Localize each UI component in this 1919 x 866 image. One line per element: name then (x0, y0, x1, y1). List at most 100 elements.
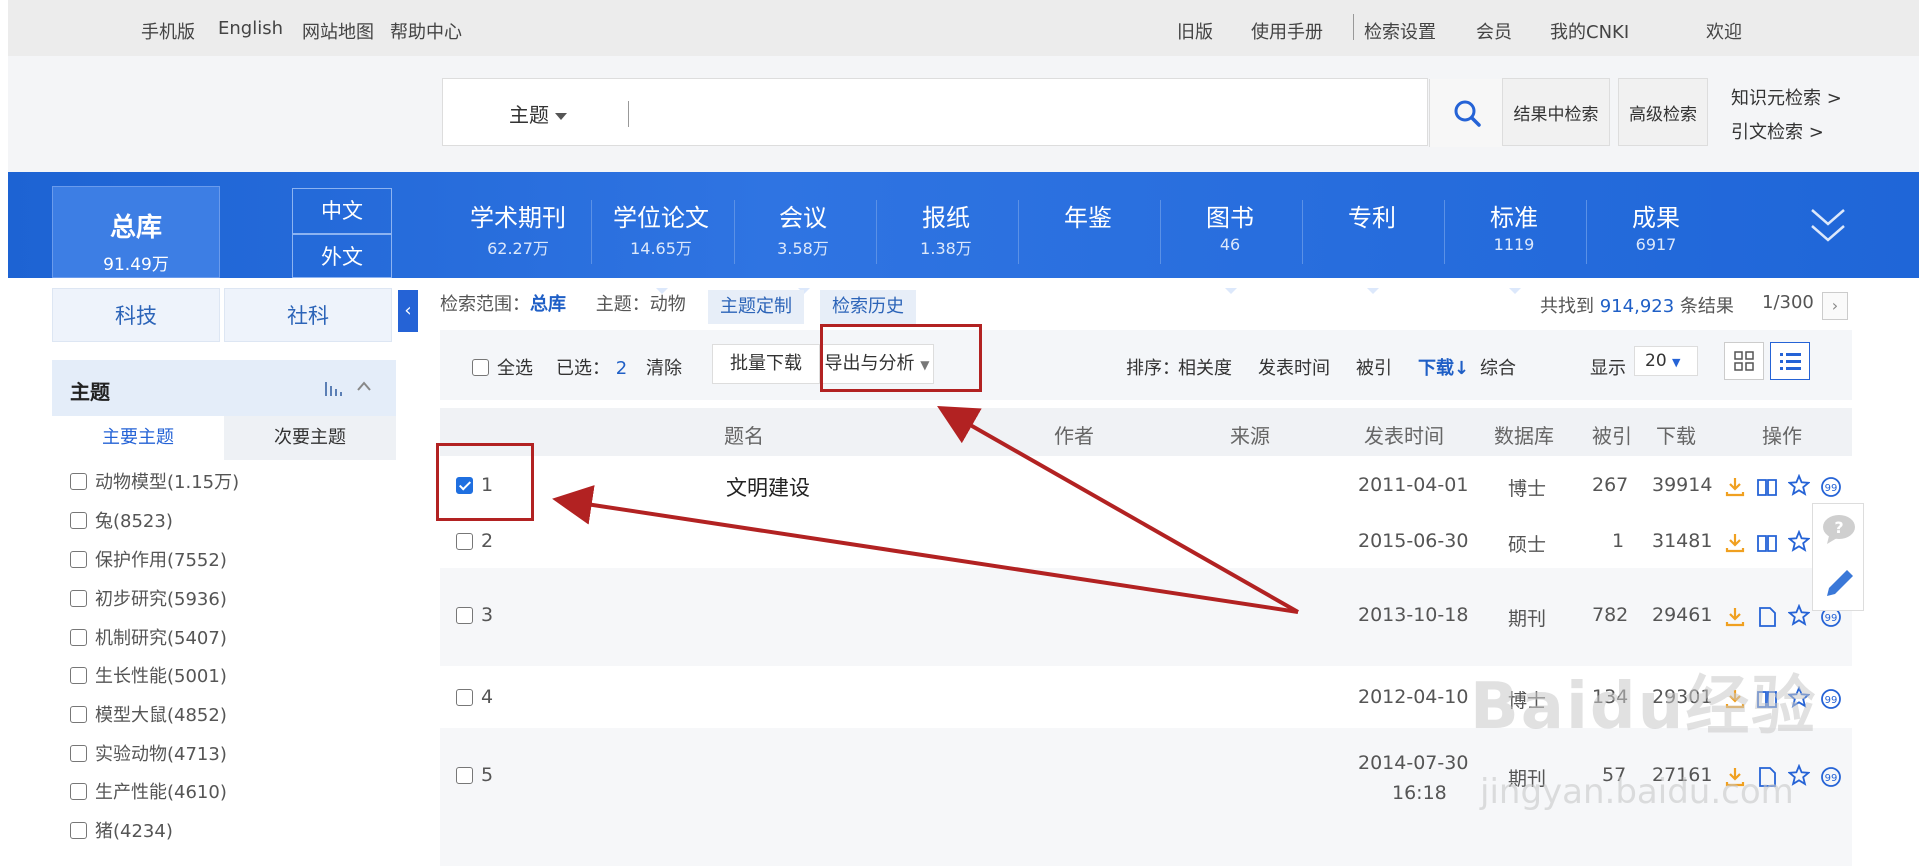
nav-mobile[interactable]: 手机版 (141, 18, 195, 44)
tab-chinese[interactable]: 中文 (292, 188, 392, 234)
html-read-icon[interactable] (1756, 606, 1778, 628)
citation-search-link[interactable]: 引文检索 > (1731, 118, 1824, 144)
tab-patents[interactable]: 专利 (1301, 198, 1443, 294)
cite-icon[interactable]: 99 (1820, 476, 1842, 498)
col-date[interactable]: 发表时间 (1364, 420, 1444, 449)
knowledge-search-link[interactable]: 知识元检索 > (1731, 84, 1842, 110)
row-checkbox[interactable] (456, 688, 473, 706)
row-cited[interactable]: 782 (1592, 604, 1628, 626)
row-cited[interactable]: 1 (1612, 530, 1624, 552)
chart-icon[interactable] (324, 378, 344, 396)
facet-item[interactable]: 兔(8523) (70, 507, 173, 533)
chevron-up-icon[interactable] (356, 380, 372, 392)
row-cited[interactable]: 267 (1592, 474, 1628, 496)
clear-button[interactable]: 清除 (646, 354, 682, 380)
facet-item[interactable]: 模型大鼠(4852) (70, 701, 227, 727)
checkbox[interactable] (70, 589, 87, 607)
download-icon[interactable] (1724, 476, 1746, 498)
checkbox[interactable] (70, 782, 87, 800)
next-page-button[interactable]: › (1822, 292, 1848, 320)
nav-my-cnki[interactable]: 我的CNKI (1550, 18, 1629, 44)
search-history-button[interactable]: 检索历史 (820, 290, 916, 324)
row-select[interactable]: 3 (456, 604, 493, 626)
checkbox[interactable] (70, 550, 87, 568)
tab-foreign[interactable]: 外文 (292, 234, 392, 278)
checkbox[interactable] (70, 628, 87, 646)
facet-item[interactable]: 生产性能(4610) (70, 778, 227, 804)
list-view-button[interactable] (1770, 342, 1810, 380)
search-in-results-button[interactable]: 结果中检索 (1502, 78, 1610, 146)
tab-science-tech[interactable]: 科技 (52, 288, 220, 342)
col-cited[interactable]: 被引 (1592, 420, 1632, 449)
sort-relevance[interactable]: 相关度 (1178, 354, 1232, 380)
checkbox[interactable] (70, 744, 87, 762)
tab-yearbooks[interactable]: 年鉴 (1017, 198, 1159, 235)
tab-primary-topic[interactable]: 主要主题 (52, 416, 224, 460)
sort-downloads[interactable]: 下载↓ (1418, 354, 1469, 380)
checkbox[interactable] (70, 821, 87, 839)
facet-item[interactable]: 实验动物(4713) (70, 740, 227, 766)
favorite-star-icon[interactable] (1788, 474, 1810, 496)
nav-manual[interactable]: 使用手册 (1251, 18, 1323, 44)
favorite-star-icon[interactable] (1788, 530, 1810, 552)
nav-help[interactable]: 帮助中心 (390, 18, 462, 44)
select-all[interactable]: 全选 (472, 354, 533, 380)
col-title[interactable]: 题名 (724, 420, 764, 449)
tab-total-library[interactable]: 总库 91.49万 (52, 186, 220, 278)
tab-achievements[interactable]: 成果 6917 (1585, 198, 1727, 254)
tab-conferences[interactable]: 会议 3.58万 (732, 198, 874, 294)
row-select[interactable]: 4 (456, 686, 493, 708)
tab-journals[interactable]: 学术期刊 62.27万 (447, 198, 589, 259)
expand-more-icon[interactable] (1810, 206, 1846, 246)
cite-icon[interactable]: 99 (1820, 688, 1842, 710)
download-icon[interactable] (1724, 606, 1746, 628)
tab-theses[interactable]: 学位论文 14.65万 (590, 198, 732, 294)
tab-books[interactable]: 图书 46 (1159, 198, 1301, 294)
checkbox[interactable] (70, 511, 87, 529)
search-button[interactable] (1429, 79, 1503, 147)
row-select[interactable]: 5 (456, 764, 493, 786)
tab-secondary-topic[interactable]: 次要主题 (224, 416, 396, 460)
advanced-search-button[interactable]: 高级检索 (1618, 78, 1708, 146)
checkbox[interactable] (70, 705, 87, 723)
select-all-checkbox[interactable] (472, 358, 489, 376)
facet-item[interactable]: 机制研究(5407) (70, 624, 227, 650)
collapse-panel-button[interactable]: ‹ (398, 290, 418, 332)
facet-item[interactable]: 猪(4234) (70, 817, 173, 843)
search-input[interactable] (643, 93, 1243, 133)
row-checkbox[interactable] (456, 532, 473, 550)
read-online-icon[interactable] (1756, 532, 1778, 554)
sort-date[interactable]: 发表时间 (1258, 354, 1330, 380)
nav-sitemap[interactable]: 网站地图 (302, 18, 374, 44)
checkbox[interactable] (70, 472, 87, 490)
row-checkbox[interactable] (456, 606, 473, 624)
page-size-select[interactable]: 20 ▼ (1634, 346, 1698, 376)
sort-comprehensive[interactable]: 综合 (1480, 354, 1516, 380)
favorite-star-icon[interactable] (1788, 604, 1810, 626)
grid-view-button[interactable] (1724, 342, 1764, 380)
sort-cited[interactable]: 被引 (1356, 354, 1392, 380)
tab-newspapers[interactable]: 报纸 1.38万 (875, 198, 1017, 259)
nav-member[interactable]: 会员 (1476, 18, 1512, 44)
nav-search-settings[interactable]: 检索设置 (1364, 18, 1436, 44)
cite-icon[interactable]: 99 (1820, 766, 1842, 788)
download-icon[interactable] (1724, 532, 1746, 554)
topic-customize-button[interactable]: 主题定制 (708, 290, 804, 324)
nav-english[interactable]: English (218, 18, 283, 39)
search-field-select[interactable]: 主题 (509, 99, 567, 128)
facet-item[interactable]: 初步研究(5936) (70, 585, 227, 611)
facet-item[interactable]: 动物模型(1.15万) (70, 468, 239, 494)
facet-item[interactable]: 保护作用(7552) (70, 546, 227, 572)
tab-standards[interactable]: 标准 1119 (1443, 198, 1585, 294)
read-online-icon[interactable] (1756, 476, 1778, 498)
row-title[interactable]: 文明建设 (726, 472, 810, 502)
batch-download-button[interactable]: 批量下载 (712, 344, 820, 384)
row-select[interactable]: 2 (456, 530, 493, 552)
help-question-icon[interactable]: ? (1821, 512, 1857, 546)
edit-pencil-icon[interactable] (1821, 564, 1857, 602)
row-checkbox[interactable] (456, 766, 473, 784)
col-downloads[interactable]: 下载 (1656, 420, 1696, 449)
nav-old-version[interactable]: 旧版 (1177, 18, 1213, 44)
checkbox[interactable] (70, 666, 87, 684)
facet-item[interactable]: 生长性能(5001) (70, 662, 227, 688)
